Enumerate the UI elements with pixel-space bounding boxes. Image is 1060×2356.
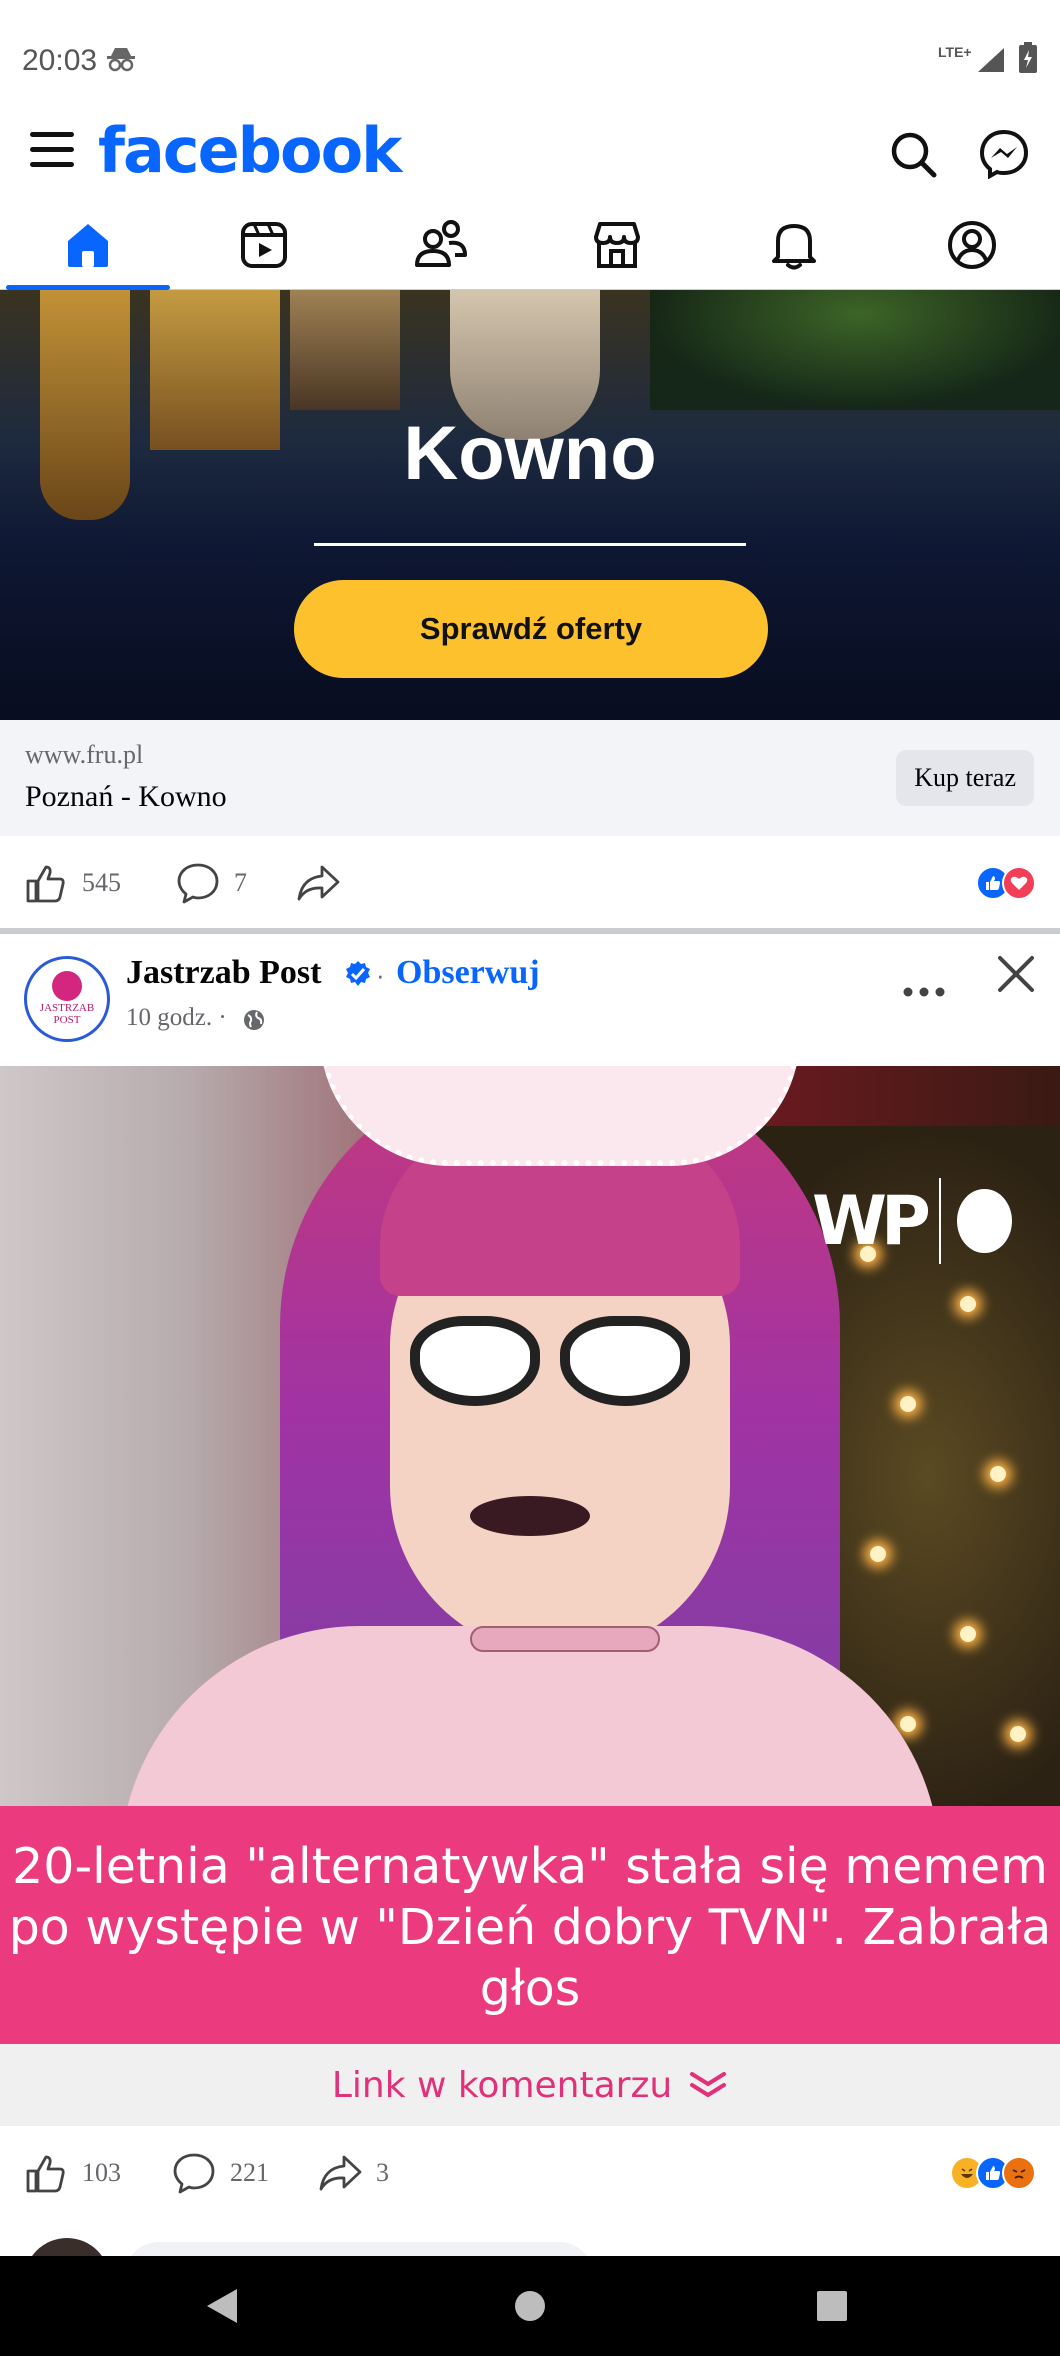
ad-divider <box>314 543 746 546</box>
avatar[interactable] <box>24 2238 110 2256</box>
facebook-logo[interactable]: facebook <box>98 114 402 187</box>
search-icon[interactable] <box>883 124 943 184</box>
like-count: 545 <box>82 868 121 897</box>
menu-icon[interactable] <box>30 132 74 176</box>
post-header: JASTRZAB POST Jastrzab Post · Obserwuj 10… <box>0 934 1060 1064</box>
tab-friends[interactable] <box>353 200 529 290</box>
like-button[interactable]: 103 <box>24 2126 121 2220</box>
comment-icon <box>177 863 219 904</box>
back-icon[interactable] <box>202 2286 242 2326</box>
header-separator: · <box>376 960 385 990</box>
signal-icon <box>976 46 1006 79</box>
close-icon[interactable] <box>996 954 1036 999</box>
app-header: facebook <box>0 110 1060 200</box>
friends-icon <box>415 220 467 267</box>
tab-profile[interactable] <box>884 200 1060 290</box>
reaction-summary[interactable] <box>976 866 1036 900</box>
like-button[interactable]: 545 <box>24 836 121 930</box>
link-in-comment-bar[interactable]: Link w komentarzu <box>0 2044 1060 2126</box>
post-time: 10 godz. · <box>126 1004 227 1031</box>
ad-image[interactable]: Kowno Sprawdź oferty <box>0 290 1060 720</box>
share-button[interactable]: 3 <box>318 2126 389 2220</box>
profile-icon <box>948 221 996 269</box>
double-chevron-down-icon <box>690 2072 727 2098</box>
status-bar: 20:03 LTE+ <box>0 0 1060 110</box>
wp-logo-text: WP <box>812 1181 931 1261</box>
comment-button[interactable]: 221 <box>172 2126 269 2220</box>
ad-domain: www.fru.pl <box>25 740 144 769</box>
post-actions: 103 221 3 <box>0 2126 1060 2220</box>
ad-link-title: Poznań - Kowno <box>25 780 227 813</box>
comment-count: 221 <box>230 2158 269 2187</box>
share-button[interactable] <box>296 836 340 930</box>
messenger-icon[interactable] <box>974 124 1034 184</box>
next-post-peek <box>0 2236 1060 2256</box>
share-count: 3 <box>376 2158 389 2187</box>
system-nav-bar <box>0 2256 1060 2356</box>
like-icon <box>26 2155 65 2193</box>
more-options-icon[interactable] <box>902 964 946 1009</box>
globe-icon <box>242 1008 266 1037</box>
marketplace-icon <box>594 222 640 268</box>
comment-icon <box>173 2153 215 2194</box>
like-icon <box>26 865 65 903</box>
tab-video[interactable] <box>176 200 352 290</box>
avatar[interactable]: JASTRZAB POST <box>24 956 110 1042</box>
post-image[interactable]: WP <box>0 1066 1060 1806</box>
verified-badge-icon <box>344 960 372 993</box>
reaction-summary[interactable] <box>950 2156 1036 2190</box>
like-count: 103 <box>82 2158 121 2187</box>
angry-reaction-icon <box>1002 2156 1036 2190</box>
notifications-icon <box>772 224 816 270</box>
ad-cta-button[interactable]: Sprawdź oferty <box>294 580 768 678</box>
share-icon <box>297 865 340 901</box>
main-tabs <box>0 200 1060 290</box>
post-author[interactable]: Jastrzab Post <box>126 954 321 992</box>
ad-actions: 545 7 <box>0 836 1060 930</box>
tab-marketplace[interactable] <box>529 200 705 290</box>
buy-now-button[interactable]: Kup teraz <box>896 750 1034 806</box>
wp-watermark-logo: WP <box>812 1176 1012 1266</box>
network-type: LTE+ <box>938 44 972 60</box>
comment-button[interactable]: 7 <box>176 836 247 930</box>
battery-icon <box>1018 42 1038 79</box>
recents-icon[interactable] <box>812 2286 852 2326</box>
post-headline-banner[interactable]: 20-letnia "alternatywka" stała się memem… <box>0 1806 1060 2044</box>
incognito-icon <box>106 46 136 77</box>
home-icon <box>68 224 108 267</box>
video-icon <box>241 222 287 268</box>
share-icon <box>319 2155 362 2191</box>
comment-count: 7 <box>234 868 247 897</box>
link-hint-text: Link w komentarzu <box>331 2064 673 2106</box>
tab-notifications[interactable] <box>706 200 882 290</box>
ad-headline: Kowno <box>403 411 657 496</box>
tab-home[interactable] <box>0 200 176 290</box>
follow-button[interactable]: Obserwuj <box>396 954 540 992</box>
love-reaction-icon <box>1002 866 1036 900</box>
home-nav-icon[interactable] <box>510 2286 550 2326</box>
ad-link-card[interactable]: www.fru.pl Poznań - Kowno Kup teraz <box>0 720 1060 836</box>
status-time: 20:03 <box>22 44 98 77</box>
comment-input[interactable] <box>124 2242 594 2256</box>
